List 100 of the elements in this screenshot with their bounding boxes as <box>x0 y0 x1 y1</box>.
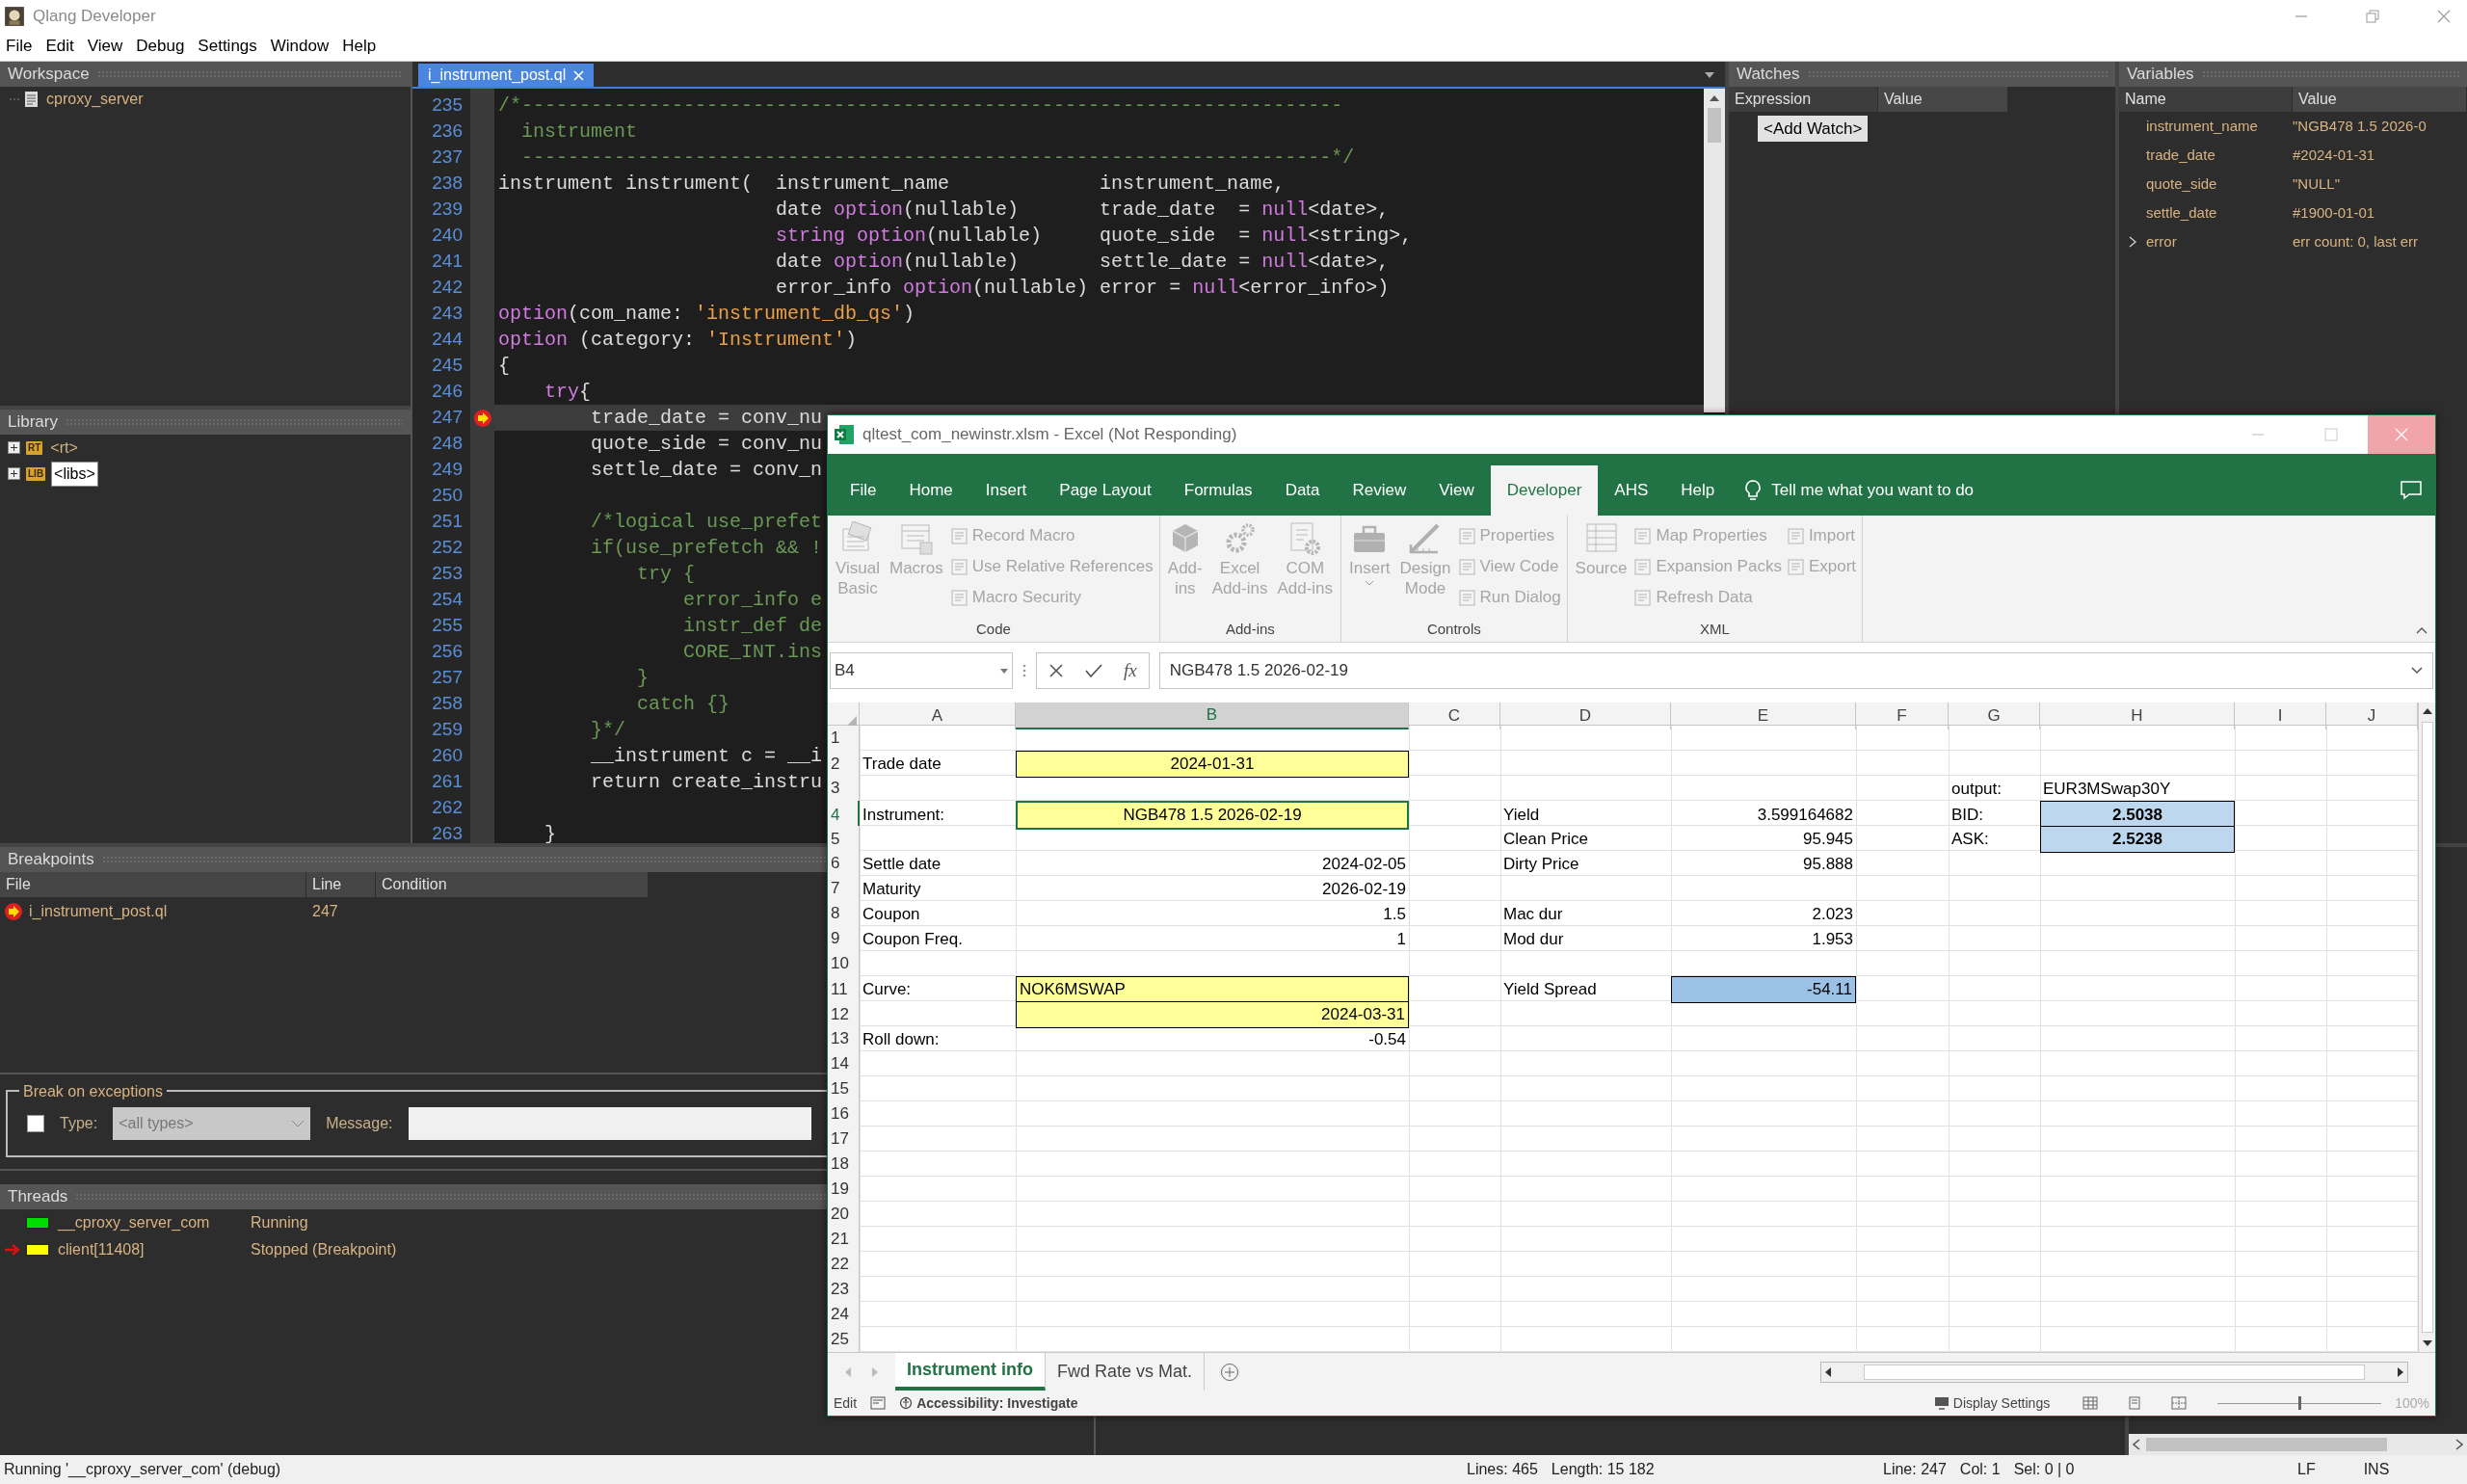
vertical-scrollbar[interactable] <box>2418 702 2435 1352</box>
column-header[interactable]: Value <box>1878 87 2008 112</box>
scroll-left-icon[interactable] <box>2133 1439 2140 1450</box>
row-header[interactable]: 8 <box>828 901 860 927</box>
scroll-right-icon[interactable] <box>2455 1439 2463 1450</box>
cell[interactable]: 1.5 <box>1016 901 1409 927</box>
cell[interactable]: -54.11 <box>1671 976 1856 1003</box>
row-header[interactable]: 18 <box>828 1152 860 1178</box>
column-header[interactable]: G <box>1949 702 2040 729</box>
cell[interactable]: Coupon <box>860 901 1016 927</box>
ribbon-tab[interactable]: Home <box>892 465 969 516</box>
row-header[interactable]: 11 <box>828 976 860 1003</box>
cell[interactable]: Coupon Freq. <box>860 926 1016 952</box>
macro-icon[interactable] <box>870 1396 887 1410</box>
horizontal-scrollbar[interactable] <box>2129 1434 2467 1455</box>
chevron-icon[interactable] <box>2129 236 2136 248</box>
cell[interactable]: Instrument: <box>860 801 1016 830</box>
column-header[interactable]: C <box>1409 702 1500 729</box>
row-header[interactable]: 20 <box>828 1202 860 1228</box>
scroll-down-icon[interactable] <box>2422 1340 2432 1346</box>
cancel-icon[interactable] <box>1048 663 1064 678</box>
cell[interactable]: 2024-02-05 <box>1016 851 1409 877</box>
row-header[interactable]: 17 <box>828 1126 860 1153</box>
ribbon-tab[interactable]: Formulas <box>1167 465 1269 516</box>
cell[interactable]: Yield Spread <box>1500 976 1671 1003</box>
cell[interactable]: Mac dur <box>1500 901 1671 927</box>
search-field[interactable]: Tell me what you want to do <box>1771 478 1975 503</box>
normal-view-icon[interactable] <box>2082 1396 2099 1410</box>
cell[interactable]: Curve: <box>860 976 1016 1003</box>
breakpoint-icon[interactable] <box>472 408 492 428</box>
row-header[interactable]: 9 <box>828 926 860 952</box>
scrollbar-thumb[interactable] <box>1708 108 1721 143</box>
page-break-icon[interactable] <box>2171 1396 2188 1410</box>
display-settings-button[interactable]: Display Settings <box>1952 1392 2051 1414</box>
formula-field[interactable]: NGB478 1.5 2026-02-19 <box>1158 652 2433 689</box>
row-header[interactable]: 10 <box>828 951 860 977</box>
column-header[interactable]: I <box>2235 702 2326 729</box>
column-header[interactable]: File <box>0 872 306 897</box>
row-header[interactable]: 14 <box>828 1051 860 1077</box>
row-header[interactable]: 19 <box>828 1177 860 1203</box>
cell[interactable]: Dirty Price <box>1500 851 1671 877</box>
row-header[interactable]: 12 <box>828 1001 860 1028</box>
restore-icon[interactable] <box>2365 8 2380 24</box>
cell[interactable]: NOK6MSWAP <box>1016 976 1409 1003</box>
checkbox[interactable] <box>27 1115 44 1132</box>
column-header[interactable]: Value <box>2293 87 2467 112</box>
row-header[interactable]: 16 <box>828 1101 860 1127</box>
row-header[interactable]: 1 <box>828 726 860 752</box>
ribbon-tab[interactable]: Data <box>1268 465 1337 516</box>
scroll-up-icon[interactable] <box>2422 708 2432 714</box>
menu-item[interactable]: Help <box>342 34 377 59</box>
menu-item[interactable]: Debug <box>136 34 185 59</box>
row-header[interactable]: 24 <box>828 1302 860 1328</box>
add-sheet-icon[interactable] <box>1220 1362 1240 1382</box>
row-header[interactable]: 5 <box>828 826 860 853</box>
cell[interactable]: 95.888 <box>1671 851 1856 877</box>
cell[interactable]: 2024-01-31 <box>1016 751 1409 778</box>
row-header[interactable]: 21 <box>828 1227 860 1253</box>
cell[interactable]: output: <box>1949 776 2040 802</box>
ribbon-tab[interactable]: Page Layout <box>1043 465 1168 516</box>
cell[interactable]: Mod dur <box>1500 926 1671 952</box>
page-layout-icon[interactable] <box>2127 1396 2143 1410</box>
cell[interactable]: Settle date <box>860 851 1016 877</box>
row-header[interactable]: 7 <box>828 876 860 902</box>
column-header[interactable]: F <box>1856 702 1949 729</box>
ribbon-tab[interactable]: File <box>834 465 893 516</box>
menu-item[interactable]: Settings <box>198 34 257 59</box>
column-header[interactable]: H <box>2040 702 2235 729</box>
cell[interactable]: Roll down: <box>860 1026 1016 1052</box>
row-header[interactable]: 13 <box>828 1026 860 1052</box>
row-header[interactable]: 6 <box>828 851 860 877</box>
column-header[interactable]: Name <box>2119 87 2293 112</box>
add-watch-button[interactable]: <Add Watch> <box>1758 116 1869 142</box>
menu-item[interactable]: View <box>87 34 123 59</box>
cell[interactable]: EUR3MSwap30Y <box>2040 776 2235 802</box>
row-header[interactable]: 2 <box>828 751 860 778</box>
cell[interactable]: 2.023 <box>1671 901 1856 927</box>
ribbon-tab[interactable]: Insert <box>968 465 1044 516</box>
dropdown-icon[interactable] <box>1704 71 1715 79</box>
column-header[interactable]: Expression <box>1729 87 1878 112</box>
tree-item[interactable]: <libs> <box>51 461 98 487</box>
row-header[interactable]: 3 <box>828 776 860 802</box>
ribbon-tab[interactable]: Review <box>1336 465 1423 516</box>
cell[interactable]: 2.5238 <box>2040 826 2235 853</box>
close-icon[interactable] <box>2436 8 2452 24</box>
column-header[interactable]: E <box>1671 702 1856 729</box>
zoom-slider[interactable] <box>2217 1396 2382 1410</box>
cell[interactable]: -0.54 <box>1016 1026 1409 1052</box>
menu-item[interactable]: Edit <box>45 34 74 59</box>
sheet-tab[interactable]: Instrument info <box>895 1353 1046 1391</box>
scroll-left-icon[interactable] <box>1825 1366 1831 1377</box>
tree-item[interactable]: cproxy_server <box>46 88 144 111</box>
ribbon-tab[interactable]: Developer <box>1490 465 1599 516</box>
scroll-right-icon[interactable] <box>2398 1366 2403 1377</box>
name-box[interactable]: B4 <box>830 652 1013 689</box>
column-header[interactable]: Line <box>306 872 376 897</box>
row-header[interactable]: 23 <box>828 1277 860 1303</box>
cell[interactable]: NGB478 1.5 2026-02-19 <box>1016 801 1409 830</box>
comment-icon[interactable] <box>2401 481 2422 500</box>
row-header[interactable]: 15 <box>828 1076 860 1102</box>
